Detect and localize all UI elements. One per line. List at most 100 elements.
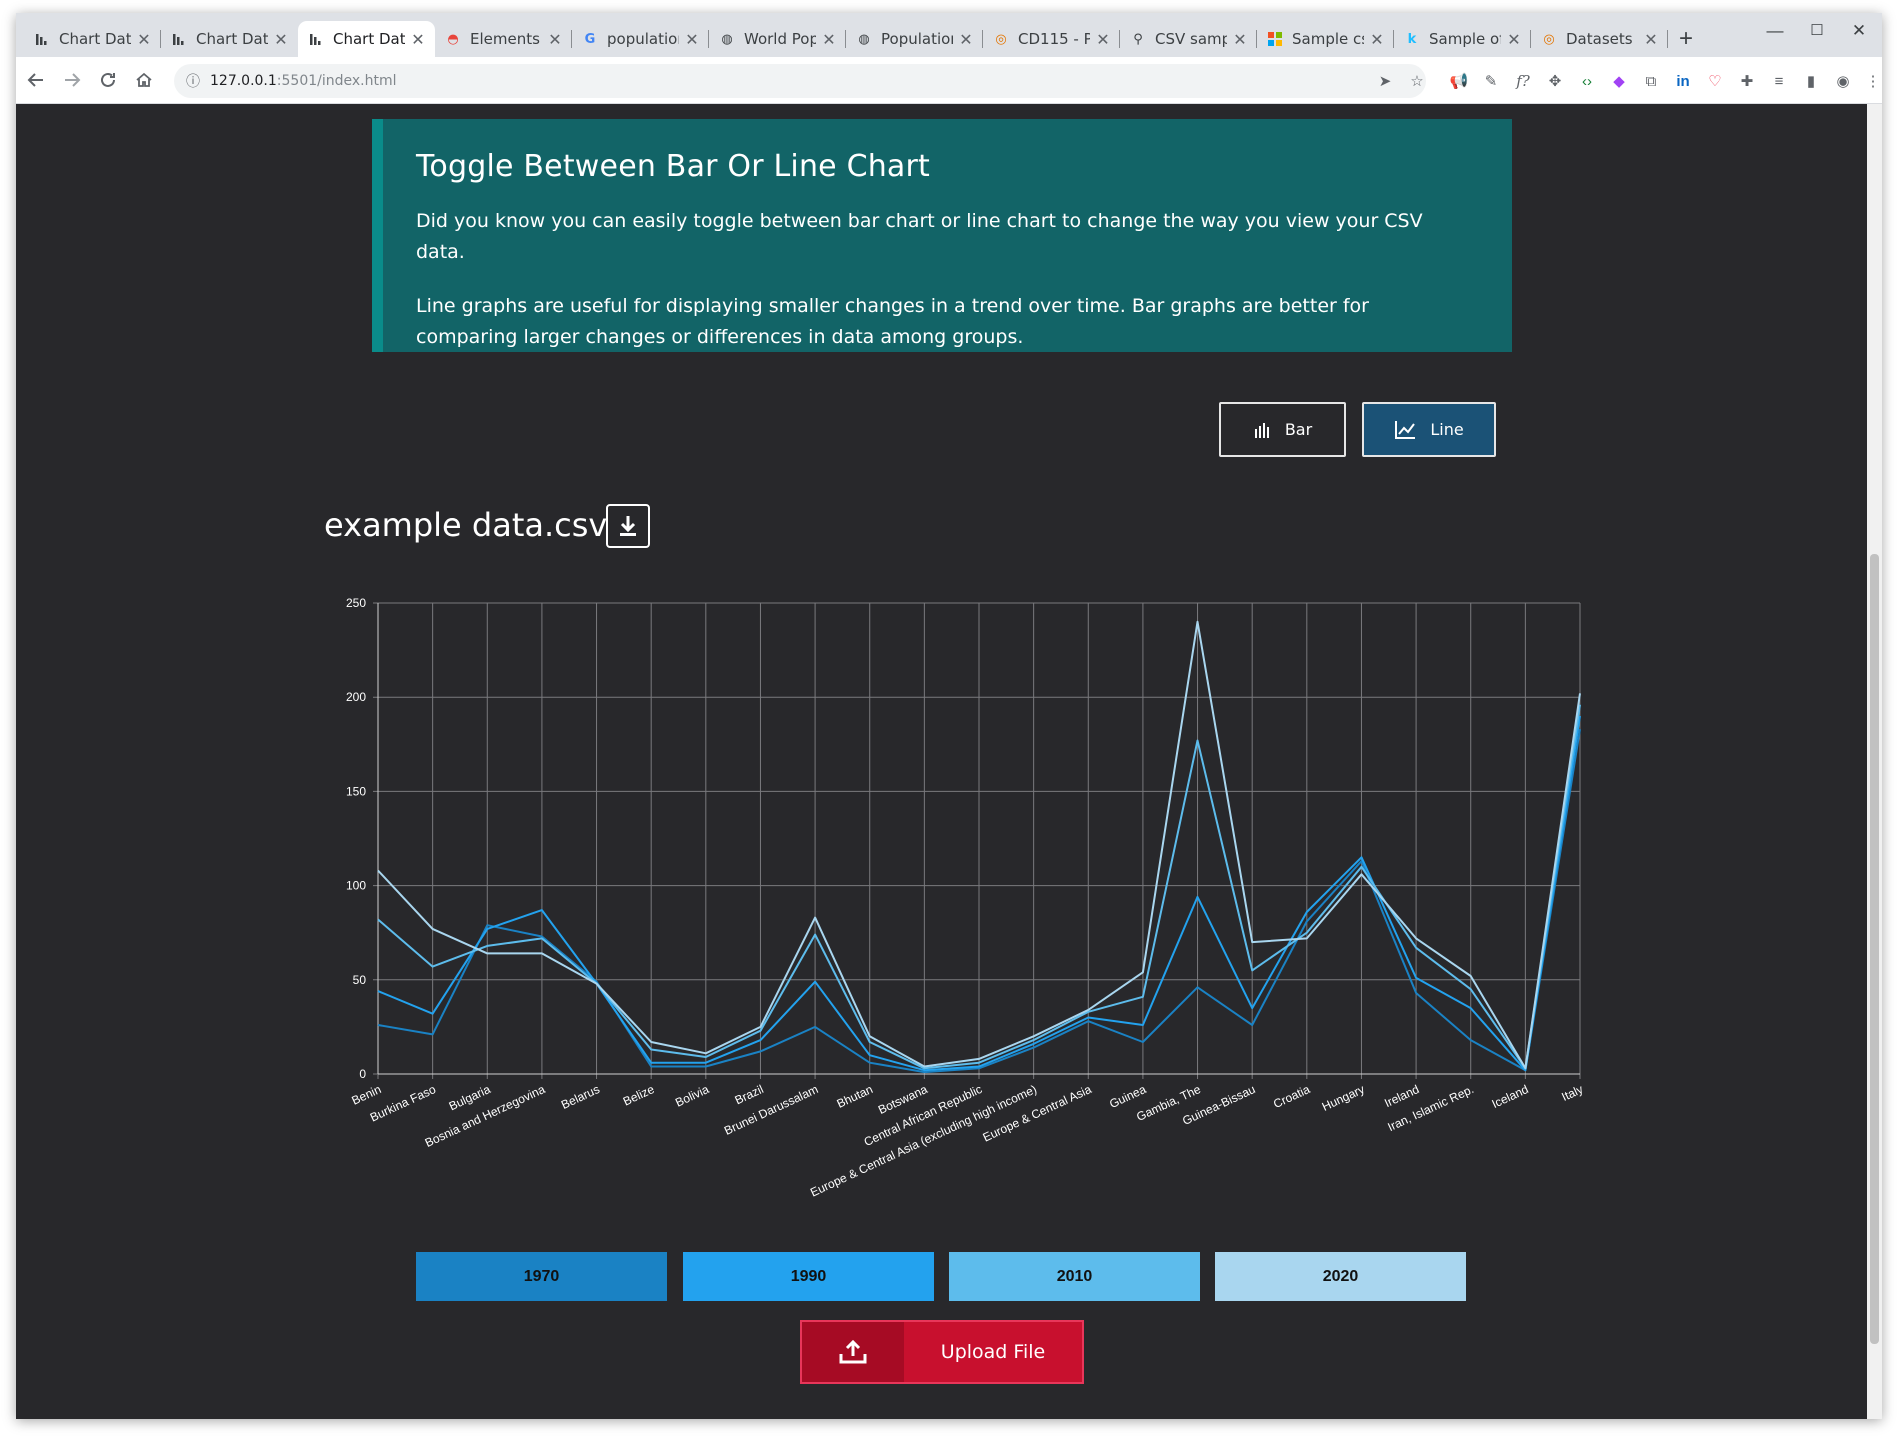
tab-close-icon[interactable]: ✕ (1370, 30, 1384, 49)
tab-strip: Chart Data ✕ Chart Data ✕ Chart Data ✕ ◓ Elemen… (16, 13, 1882, 57)
code-extension-icon[interactable]: ‹› (1576, 70, 1598, 92)
home-icon (136, 72, 152, 87)
microsoft-favicon-icon (1267, 31, 1283, 47)
tab-close-icon[interactable]: ✕ (1096, 30, 1110, 49)
browser-tab[interactable]: Chart Data ✕ (24, 21, 161, 57)
address-bar[interactable]: ⓘ 127.0.0.1:5501/index.html (174, 64, 1426, 98)
page-scrollbar[interactable] (1867, 104, 1882, 1419)
bookmark-star-icon[interactable]: ☆ (1406, 70, 1428, 92)
target-favicon-icon: ◎ (1543, 31, 1555, 47)
megaphone-extension-icon[interactable]: 📢 (1448, 70, 1470, 92)
browser-tab[interactable]: ◎ CD115 - Po ✕ (983, 21, 1120, 57)
x-tick-label: Croatia (1271, 1082, 1312, 1111)
y-tick-label: 250 (346, 596, 366, 610)
browser-tab[interactable]: ◍ World Pop ✕ (709, 21, 846, 57)
upload-file-label: Upload File (940, 1341, 1046, 1363)
legend-item-1970[interactable]: 1970 (416, 1252, 667, 1301)
tab-close-icon[interactable]: ✕ (411, 30, 425, 49)
globe-favicon-icon: ◍ (858, 31, 870, 47)
line-chart: 050100150200250BeninBurkina Faso Bulgaria… (346, 596, 1585, 1200)
tab-label: CD115 - Po (1018, 30, 1090, 48)
menu-kebab-icon[interactable]: ⋮ (1862, 70, 1882, 92)
browser-tab[interactable]: ◓ Elements | ✕ (435, 21, 572, 57)
close-window-button[interactable]: ✕ (1844, 21, 1874, 41)
browser-tab[interactable]: ◎ Datasets - ✕ (1531, 21, 1668, 57)
upload-icon-wrap (802, 1322, 904, 1382)
tab-close-icon[interactable]: ✕ (685, 30, 699, 49)
tab-close-icon[interactable]: ✕ (137, 30, 151, 49)
tab-label: Elements | (470, 30, 542, 48)
tab-close-icon[interactable]: ✕ (822, 30, 836, 49)
browser-tab[interactable]: Sample csv ✕ (1257, 21, 1394, 57)
x-tick-label: Hungary (1320, 1082, 1367, 1114)
kaggle-favicon-icon: k (1407, 31, 1417, 47)
home-button[interactable] (128, 64, 160, 96)
tab-label: Datasets - (1566, 30, 1638, 48)
x-tick-label: Ireland (1382, 1082, 1421, 1110)
browser-window: Chart Data ✕ Chart Data ✕ Chart Data ✕ ◓ Elemen… (16, 13, 1882, 1419)
reload-icon (101, 72, 115, 87)
url-port: :5501 (276, 73, 318, 89)
browser-toolbar: ⓘ 127.0.0.1:5501/index.html ➤ ☆ 📢 ✎ f? ✥… (16, 57, 1882, 104)
tab-close-icon[interactable]: ✕ (1507, 30, 1521, 49)
tab-label: Sample csv (1292, 30, 1364, 48)
tab-label: Chart Data (333, 30, 405, 48)
tab-label: population (607, 30, 679, 48)
pocket-extension-icon[interactable]: ♡ (1704, 70, 1726, 92)
browser-tab[interactable]: Chart Data ✕ (298, 21, 435, 57)
side-panel-icon[interactable]: ▮ (1800, 70, 1822, 92)
tab-close-icon[interactable]: ✕ (274, 30, 288, 49)
forward-button[interactable] (56, 64, 88, 96)
back-button[interactable] (20, 64, 52, 96)
eyedropper-extension-icon[interactable]: ✎ (1480, 70, 1502, 92)
back-arrow-icon (27, 73, 43, 87)
puzzle-extensions-icon[interactable]: ✚ (1736, 70, 1758, 92)
tab-label: Chart Data (196, 30, 268, 48)
profile-avatar-icon[interactable]: ◉ (1832, 70, 1854, 92)
reading-list-icon[interactable]: ≡ (1768, 70, 1790, 92)
browser-tab[interactable]: ⚲ CSV sampl ✕ (1120, 21, 1257, 57)
formula-extension-icon[interactable]: f? (1512, 70, 1534, 92)
tab-close-icon[interactable]: ✕ (1233, 30, 1247, 49)
url-host: 127.0.0.1 (210, 73, 277, 89)
send-icon[interactable]: ➤ (1374, 70, 1396, 92)
tab-label: Sample of (1429, 30, 1501, 48)
legend-item-1990[interactable]: 1990 (683, 1252, 934, 1301)
reload-button[interactable] (92, 64, 124, 96)
browser-tab[interactable]: k Sample of ✕ (1394, 21, 1531, 57)
new-tab-button[interactable]: + (1668, 21, 1704, 57)
tab-label: World Pop (744, 30, 816, 48)
tab-close-icon[interactable]: ✕ (1644, 30, 1658, 49)
browser-tab[interactable]: Gpopulation ✕ (572, 21, 709, 57)
gradient-extension-icon[interactable]: ◆ (1608, 70, 1630, 92)
target-favicon-icon: ◎ (995, 31, 1007, 47)
y-tick-label: 200 (346, 690, 366, 704)
linkedin-extension-icon[interactable]: in (1672, 70, 1694, 92)
tab-list: Chart Data ✕ Chart Data ✕ Chart Data ✕ ◓ Elemen… (24, 21, 1668, 57)
y-tick-label: 0 (359, 1067, 366, 1081)
x-tick-label: Benin (350, 1082, 384, 1108)
browser-tab[interactable]: Chart Data ✕ (161, 21, 298, 57)
google-favicon-icon: G (584, 31, 596, 47)
bike-favicon-icon: ⚲ (1133, 31, 1143, 47)
chart-favicon-icon (308, 31, 324, 47)
x-tick-label: Brazil (733, 1082, 766, 1107)
tab-close-icon[interactable]: ✕ (548, 30, 562, 49)
x-tick-label: Brunei Darussalam (722, 1082, 820, 1138)
tab-close-icon[interactable]: ✕ (959, 30, 973, 49)
legend-item-2020[interactable]: 2020 (1215, 1252, 1466, 1301)
minimize-button[interactable]: — (1760, 21, 1790, 41)
x-tick-label: Italy (1559, 1082, 1585, 1104)
site-info-icon[interactable]: ⓘ (186, 71, 200, 91)
forward-arrow-icon (65, 73, 81, 87)
browser-tab[interactable]: ◍ Population ✕ (846, 21, 983, 57)
maximize-button[interactable]: ☐ (1802, 21, 1832, 39)
legend-item-2010[interactable]: 2010 (949, 1252, 1200, 1301)
upload-file-button[interactable]: Upload File (800, 1320, 1084, 1384)
copy-extension-icon[interactable]: ⧉ (1640, 70, 1662, 92)
move-extension-icon[interactable]: ✥ (1544, 70, 1566, 92)
chart-favicon-icon (34, 31, 50, 47)
url-path: /index.html (317, 73, 397, 89)
scrollbar-thumb[interactable] (1870, 554, 1879, 1344)
globe-favicon-icon: ◍ (721, 31, 733, 47)
